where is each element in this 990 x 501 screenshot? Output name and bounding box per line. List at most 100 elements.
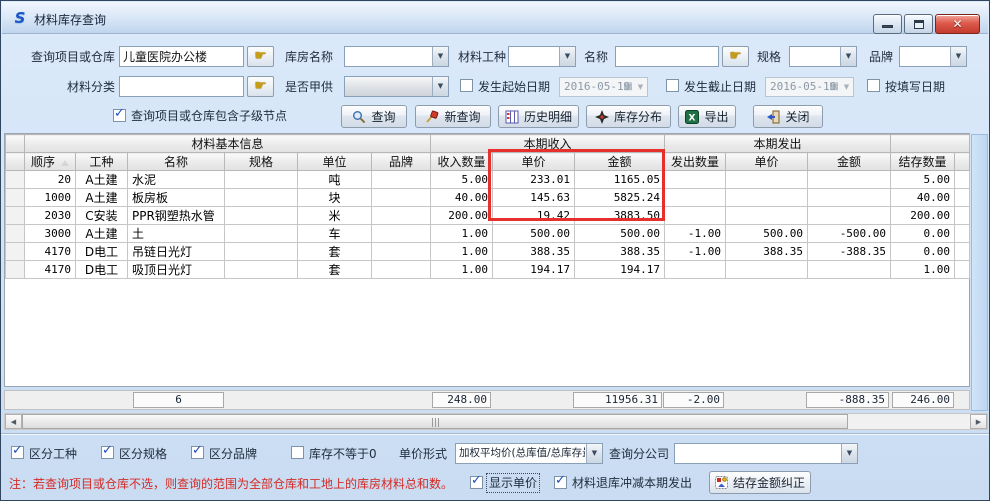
chevron-down-icon[interactable]: ▼ [841, 444, 857, 463]
grid-cell[interactable] [372, 225, 431, 243]
horizontal-scrollbar[interactable]: ◀ ▶ [4, 413, 988, 430]
grid-cell[interactable]: 5.00 [891, 171, 955, 189]
chevron-down-icon[interactable]: ▼ [586, 444, 602, 463]
category-input[interactable] [119, 76, 244, 97]
grid-cell[interactable] [372, 207, 431, 225]
chevron-down-icon[interactable]: ▼ [635, 78, 646, 96]
brand-select[interactable]: ▼ [899, 46, 967, 67]
end-date-picker[interactable]: 2016-05-19 ▦ ▼ [765, 77, 854, 97]
grid-cell[interactable]: 1.00 [431, 261, 493, 279]
name-picker-button[interactable]: ☛ [722, 46, 749, 67]
grid-cell[interactable]: 车 [298, 225, 372, 243]
trade-select[interactable]: ▼ [508, 46, 576, 67]
col-header-name[interactable]: 名称 [128, 153, 225, 171]
grid-cell[interactable] [225, 261, 298, 279]
distinguish-trade-checkbox[interactable] [11, 446, 24, 459]
history-detail-button[interactable]: 历史明细 [498, 105, 579, 128]
grid-cell[interactable]: 200.00 [891, 207, 955, 225]
chevron-down-icon[interactable]: ▼ [559, 47, 575, 66]
grid-cell[interactable]: -1.00 [665, 225, 726, 243]
grid-cell[interactable] [665, 261, 726, 279]
grid-cell[interactable]: 吊链日光灯 [128, 243, 225, 261]
new-query-button[interactable]: 新查询 [415, 105, 491, 128]
grid-cell[interactable]: 5825.24 [575, 189, 665, 207]
table-row[interactable]: 20A土建水泥吨5.00233.011165.055.00 [6, 171, 970, 189]
grid-cell[interactable]: 米 [298, 207, 372, 225]
grid-cell[interactable]: 0.00 [891, 225, 955, 243]
row-indicator[interactable] [6, 189, 25, 207]
grid-cell[interactable] [372, 189, 431, 207]
grid-cell[interactable]: -1.00 [665, 243, 726, 261]
table-row[interactable]: 1000A土建板房板块40.00145.635825.2440.00 [6, 189, 970, 207]
chevron-down-icon[interactable]: ▼ [432, 77, 448, 96]
grid-cell[interactable] [225, 225, 298, 243]
grid-cell[interactable]: 2030 [25, 207, 76, 225]
include-children-checkbox[interactable] [113, 109, 126, 122]
table-row[interactable]: 4170D电工吸顶日光灯套1.00194.17194.171.00 [6, 261, 970, 279]
grid-cell[interactable] [665, 189, 726, 207]
grid-cell[interactable]: 0.00 [891, 243, 955, 261]
vertical-scrollbar[interactable] [971, 134, 988, 411]
owner-supplied-select[interactable]: ▼ [344, 76, 449, 97]
chevron-down-icon[interactable]: ▼ [950, 47, 966, 66]
table-row[interactable]: 4170D电工吊链日光灯套1.00388.35388.35-1.00388.35… [6, 243, 970, 261]
grid-cell[interactable] [726, 207, 808, 225]
grid-cell[interactable]: A土建 [76, 171, 128, 189]
table-row[interactable]: 3000A土建土车1.00500.00500.00-1.00500.00-500… [6, 225, 970, 243]
grid-cell[interactable]: 3000 [25, 225, 76, 243]
row-indicator[interactable] [6, 171, 25, 189]
row-indicator[interactable] [6, 225, 25, 243]
grid-cell[interactable] [225, 207, 298, 225]
chevron-down-icon[interactable]: ▼ [841, 78, 852, 96]
grid-cell[interactable] [808, 171, 891, 189]
query-button[interactable]: 查询 [341, 105, 407, 128]
grid-cell[interactable]: 4170 [25, 243, 76, 261]
start-date-checkbox[interactable] [460, 79, 473, 92]
name-input[interactable] [615, 46, 719, 67]
grid-cell[interactable]: A土建 [76, 189, 128, 207]
grid-cell[interactable]: 500.00 [493, 225, 575, 243]
grid-cell[interactable]: 1.00 [891, 261, 955, 279]
grid-cell[interactable]: 套 [298, 261, 372, 279]
grid-cell[interactable]: 200.00 [431, 207, 493, 225]
grid-cell[interactable] [808, 261, 891, 279]
scroll-right-button[interactable]: ▶ [970, 414, 987, 429]
col-header-brand[interactable]: 品牌 [372, 153, 431, 171]
row-indicator[interactable] [6, 243, 25, 261]
price-form-select[interactable]: 加权平均价(总库值/总库存量) ▼ [455, 443, 603, 464]
grid-cell[interactable]: 水泥 [128, 171, 225, 189]
grid-cell[interactable]: 4170 [25, 261, 76, 279]
grid-cell[interactable]: -500.00 [808, 225, 891, 243]
grid-cell[interactable]: 500.00 [726, 225, 808, 243]
grid-cell[interactable]: 40.00 [891, 189, 955, 207]
end-date-checkbox[interactable] [666, 79, 679, 92]
grid-cell[interactable]: -388.35 [808, 243, 891, 261]
grid-cell[interactable]: D电工 [76, 261, 128, 279]
table-row[interactable]: 2030C安装PPR钢塑热水管米200.0019.423883.50200.00 [6, 207, 970, 225]
col-header-trade[interactable]: 工种 [76, 153, 128, 171]
minimize-button[interactable] [873, 14, 902, 34]
grid-cell[interactable]: A土建 [76, 225, 128, 243]
branch-select[interactable]: ▼ [674, 443, 858, 464]
start-date-picker[interactable]: 2016-05-19 ▦ ▼ [559, 77, 648, 97]
grid-cell[interactable] [372, 171, 431, 189]
grid-cell[interactable]: 19.42 [493, 207, 575, 225]
grid-cell[interactable] [665, 171, 726, 189]
grid-cell[interactable]: 388.35 [493, 243, 575, 261]
grid-cell[interactable] [726, 171, 808, 189]
col-header-income-amount[interactable]: 金额 [575, 153, 665, 171]
grid-cell[interactable] [372, 261, 431, 279]
grid-cell[interactable]: PPR钢塑热水管 [128, 207, 225, 225]
grid-cell[interactable] [665, 207, 726, 225]
by-fill-date-checkbox[interactable] [867, 79, 880, 92]
balance-correct-button[interactable]: 结存金额纠正 [709, 471, 811, 494]
grid-cell[interactable]: 吸顶日光灯 [128, 261, 225, 279]
grid-cell[interactable]: 1165.05 [575, 171, 665, 189]
scrollbar-thumb[interactable] [22, 414, 848, 429]
grid-cell[interactable]: 194.17 [575, 261, 665, 279]
col-header-outgo-price[interactable]: 单价 [726, 153, 808, 171]
warehouse-select[interactable]: ▼ [344, 46, 449, 67]
spec-select[interactable]: ▼ [789, 46, 857, 67]
grid-cell[interactable] [808, 207, 891, 225]
col-header-outgo-amount[interactable]: 金额 [808, 153, 891, 171]
